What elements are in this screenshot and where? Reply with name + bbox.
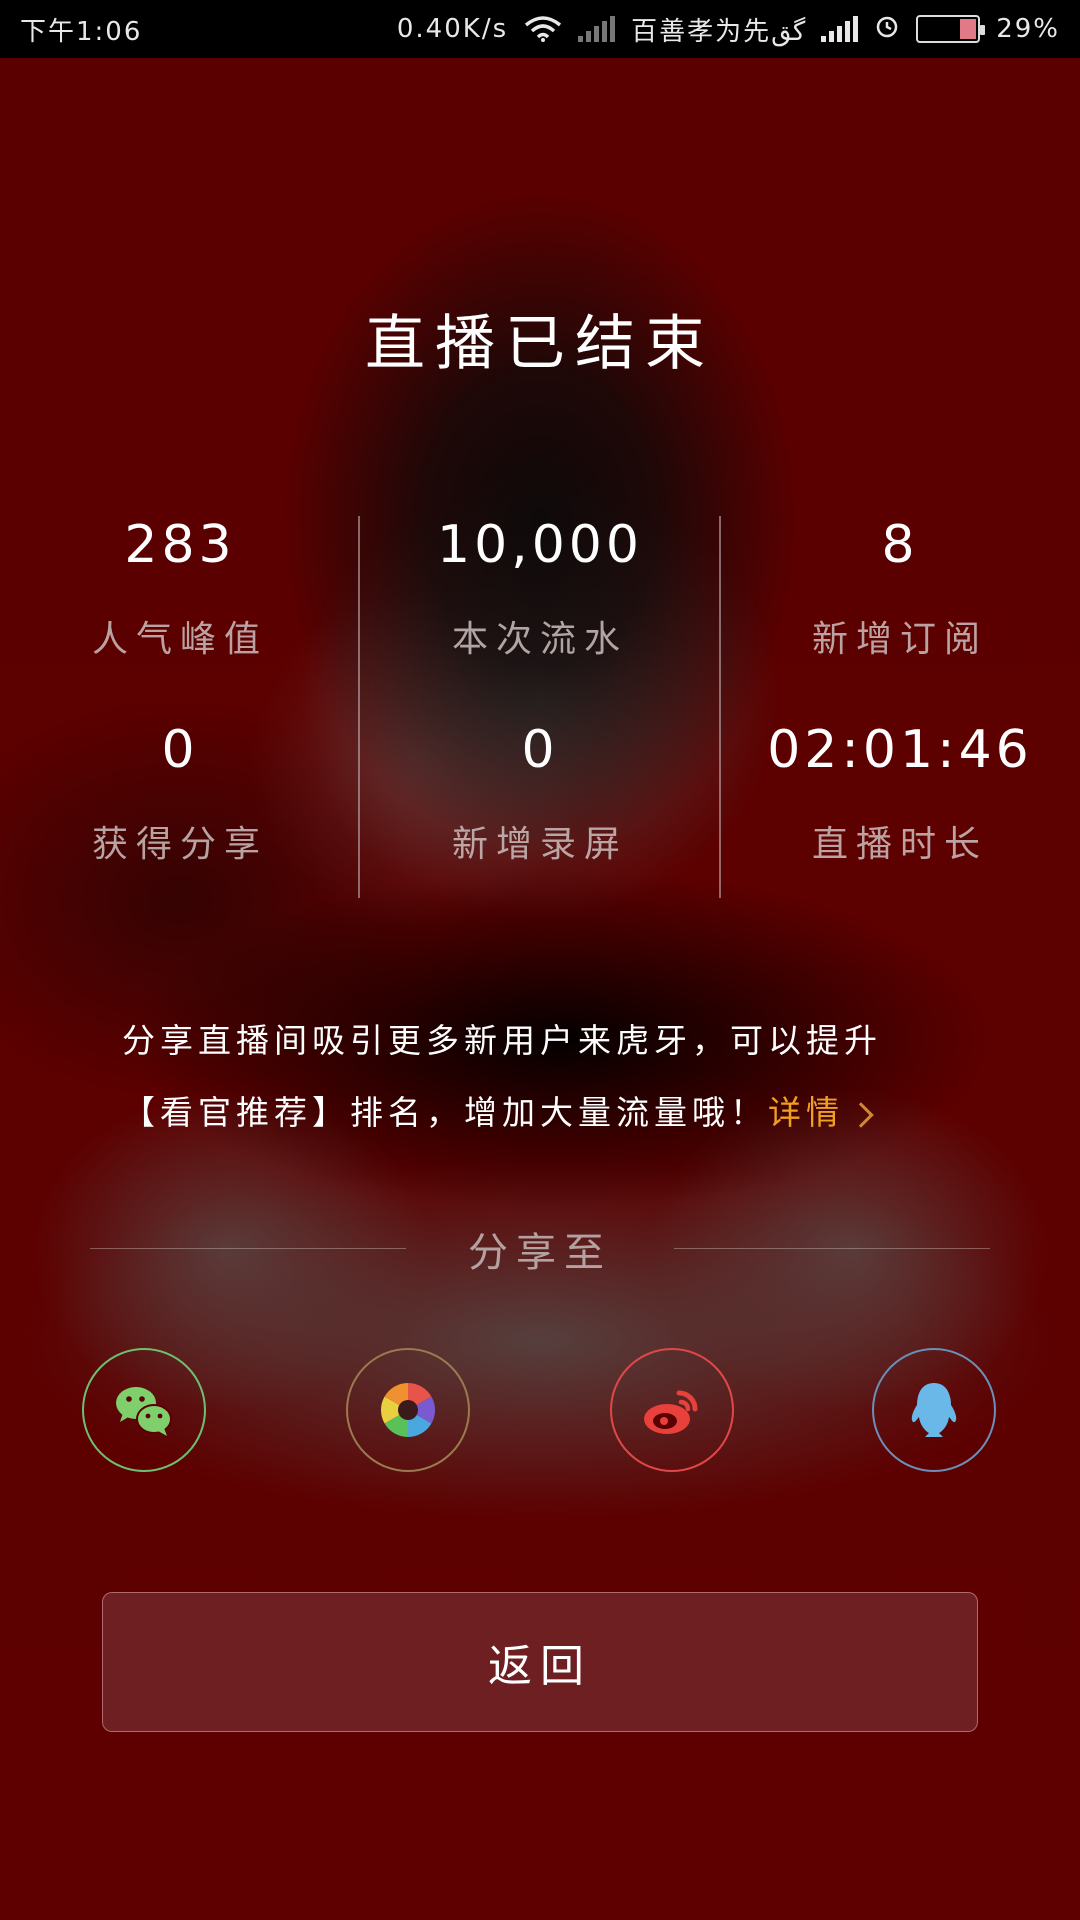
stats-panel: 283 人气峰值 10,000 本次流水 8 新增订阅 0 获得分享 0 新增录… <box>0 510 1080 898</box>
stat-peak-popularity: 283 人气峰值 <box>0 510 360 662</box>
stat-recordings: 0 新增录屏 <box>360 715 720 867</box>
stat-label: 新增订阅 <box>811 619 988 660</box>
promo-line-2: 【看官推荐】排名，增加大量流量哦！详情 <box>122 1077 982 1149</box>
stat-value: 02:01:46 <box>767 720 1033 780</box>
qq-icon <box>911 1383 957 1437</box>
wifi-icon <box>524 16 562 42</box>
stat-new-subscribers: 8 新增订阅 <box>720 510 1080 662</box>
share-qq-button[interactable] <box>872 1348 996 1472</box>
battery-percent: 29% <box>996 14 1060 44</box>
status-time: 下午1:06 <box>20 16 143 47</box>
stat-duration: 02:01:46 直播时长 <box>720 715 1080 867</box>
stat-value: 0 <box>521 720 559 780</box>
alarm-icon <box>874 13 900 46</box>
details-link-label: 详情 <box>768 1093 844 1132</box>
signal-icon-2 <box>821 16 859 42</box>
carrier-name: 百善孝为先گق <box>631 16 806 47</box>
stat-shares: 0 获得分享 <box>0 715 360 867</box>
status-bar: 下午1:06 0.40K/s 百善孝为先گق 29% <box>0 0 1080 58</box>
net-speed: 0.40K/s <box>396 14 509 44</box>
details-link[interactable]: 详情 <box>768 1093 874 1132</box>
share-moments-button[interactable] <box>346 1348 470 1472</box>
stat-value: 283 <box>124 515 236 575</box>
stat-value: 8 <box>881 515 919 575</box>
promo-line-1: 分享直播间吸引更多新用户来虎牙，可以提升 <box>122 1021 882 1060</box>
battery-icon <box>916 15 986 43</box>
stat-value: 10,000 <box>437 515 643 575</box>
stat-label: 获得分享 <box>91 824 268 865</box>
stat-label: 新增录屏 <box>451 824 628 865</box>
share-promo-text: 分享直播间吸引更多新用户来虎牙，可以提升 【看官推荐】排名，增加大量流量哦！详情 <box>122 1005 982 1149</box>
stat-revenue: 10,000 本次流水 <box>360 510 720 662</box>
share-title: 分享至 <box>468 1230 612 1276</box>
page-title: 直播已结束 <box>365 309 715 379</box>
share-wechat-button[interactable] <box>82 1348 206 1472</box>
stat-value: 0 <box>161 720 199 780</box>
signal-icon <box>578 16 616 42</box>
stat-label: 本次流水 <box>451 619 628 660</box>
chevron-right-icon <box>848 1101 874 1128</box>
share-weibo-button[interactable] <box>610 1348 734 1472</box>
moments-icon <box>380 1383 436 1437</box>
stat-label: 人气峰值 <box>91 619 268 660</box>
return-button[interactable]: 返回 <box>102 1592 978 1732</box>
promo-line-2-text: 【看官推荐】排名，增加大量流量哦！ <box>122 1093 768 1132</box>
weibo-icon <box>644 1390 698 1434</box>
wechat-icon <box>116 1387 172 1436</box>
stat-label: 直播时长 <box>811 824 988 865</box>
